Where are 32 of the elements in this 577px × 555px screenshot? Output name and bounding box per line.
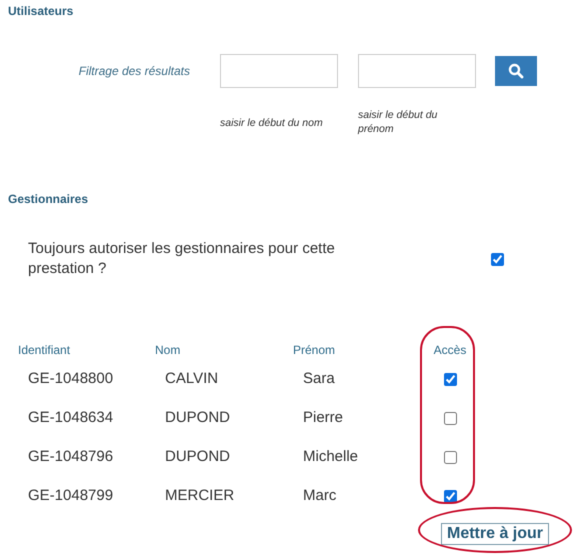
section-title: Gestionnaires <box>8 192 90 206</box>
search-icon <box>508 63 524 79</box>
table-cell-text: DUPOND <box>164 448 232 467</box>
search-button[interactable] <box>495 56 537 86</box>
table-cell-text: CALVIN <box>164 370 220 389</box>
table-cell-text: Pierre <box>302 409 344 428</box>
input-field[interactable] <box>358 54 476 88</box>
field-hint: saisir le début du nom <box>220 116 324 130</box>
table-cell-text: GE-1048800 <box>27 370 114 389</box>
filter-label: Filtrage des résultats <box>78 64 190 78</box>
checkbox[interactable] <box>491 252 504 266</box>
table-cell-text: GE-1048634 <box>27 409 114 428</box>
column-header: Nom <box>155 343 182 359</box>
table-cell-text: Sara <box>302 370 336 389</box>
table-cell-text: GE-1048796 <box>27 448 114 467</box>
checkbox[interactable] <box>444 451 456 464</box>
update-button[interactable]: Mettre à jour <box>441 523 550 545</box>
table-cell-text: GE-1048799 <box>27 487 114 506</box>
checkbox[interactable] <box>444 412 456 425</box>
table-cell-text: Marc <box>302 487 338 506</box>
section-title: Utilisateurs <box>8 4 74 18</box>
table-cell-text: MERCIER <box>164 487 236 506</box>
field-hint: saisir le début du prénom <box>358 108 438 136</box>
column-header: Identifiant <box>18 343 72 359</box>
checkbox[interactable] <box>444 373 456 386</box>
table-cell-text: DUPOND <box>164 409 232 428</box>
table-cell-text: Michelle <box>302 448 360 467</box>
checkbox[interactable] <box>444 490 456 503</box>
input-field[interactable] <box>220 54 338 88</box>
column-header: Accès <box>432 343 468 359</box>
column-header: Prénom <box>293 343 336 359</box>
question-text: Toujours autoriser les gestionnaires pour cette prestation ? <box>28 239 336 279</box>
